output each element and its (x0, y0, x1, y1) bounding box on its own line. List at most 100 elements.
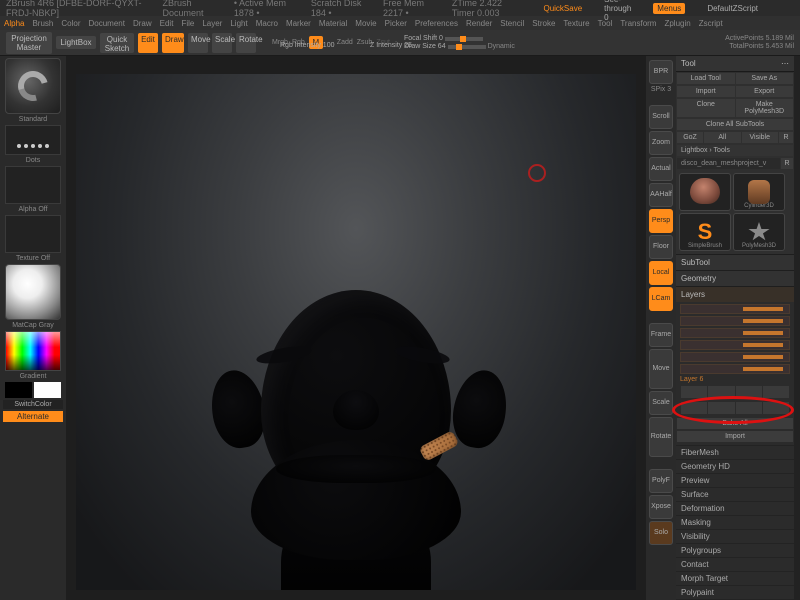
menu-alpha[interactable]: Alpha (4, 19, 24, 28)
acc-masking[interactable]: Masking (676, 515, 794, 529)
aahalf-button[interactable]: AAHalf (649, 183, 673, 207)
menu-transform[interactable]: Transform (620, 19, 656, 28)
acc-fibermesh[interactable]: FiberMesh (676, 445, 794, 459)
alternate-button[interactable]: Alternate (3, 411, 63, 422)
subtool-header[interactable]: SubTool (676, 254, 794, 270)
make-polymesh3d-button[interactable]: Make PolyMesh3D (736, 99, 794, 117)
rotate-toggle[interactable]: Rotate (236, 33, 256, 53)
scale-toggle[interactable]: Scale (212, 33, 232, 53)
acc-contact[interactable]: Contact (676, 557, 794, 571)
draw-size-slider[interactable]: Draw Size 64Dynamic (404, 43, 515, 50)
rgb-intensity-slider[interactable]: Rgb Intensity 100 (280, 42, 334, 49)
layers-import-button[interactable]: Import (677, 431, 793, 442)
acc-polygroups[interactable]: Polygroups (676, 543, 794, 557)
zoom-button[interactable]: Zoom (649, 131, 673, 155)
acc-polypaint[interactable]: Polypaint (676, 585, 794, 599)
color-picker[interactable] (5, 331, 61, 371)
menu-preferences[interactable]: Preferences (415, 19, 458, 28)
acc-deformation[interactable]: Deformation (676, 501, 794, 515)
lightbox-button[interactable]: LightBox (56, 36, 96, 49)
spix-label[interactable]: SPix 3 (651, 86, 671, 93)
menu-zscript[interactable]: Zscript (699, 19, 723, 28)
polyf-toggle[interactable]: PolyF (649, 469, 673, 493)
menu-macro[interactable]: Macro (256, 19, 278, 28)
frame-button[interactable]: Frame (649, 323, 673, 347)
menu-movie[interactable]: Movie (355, 19, 376, 28)
quicksketch-button[interactable]: Quick Sketch (100, 33, 134, 53)
bpr-button[interactable]: BPR (649, 60, 673, 84)
layer-op-button[interactable] (763, 386, 789, 398)
menus-toggle[interactable]: Menus (653, 3, 685, 14)
scroll-button[interactable]: Scroll (649, 105, 673, 129)
menu-texture[interactable]: Texture (563, 19, 589, 28)
acc-visibility[interactable]: Visibility (676, 529, 794, 543)
clone-all-subtools-button[interactable]: Clone All SubTools (677, 119, 793, 130)
geometry-header[interactable]: Geometry (676, 270, 794, 286)
solo-toggle[interactable]: Solo (649, 521, 673, 545)
import-button[interactable]: Import (677, 86, 735, 97)
local-toggle[interactable]: Local (649, 261, 673, 285)
menu-tool[interactable]: Tool (598, 19, 613, 28)
goz-r-button[interactable]: R (779, 132, 793, 143)
menu-document[interactable]: Document (89, 19, 125, 28)
menu-stroke[interactable]: Stroke (532, 19, 555, 28)
menu-file[interactable]: File (181, 19, 194, 28)
zadd-toggle[interactable]: Zadd (337, 39, 353, 46)
layer-op-button[interactable] (763, 402, 789, 414)
load-tool-button[interactable]: Load Tool (677, 73, 735, 84)
layers-header[interactable]: Layers (676, 286, 794, 302)
edit-toggle[interactable]: Edit (138, 33, 158, 53)
layer-op-button[interactable] (736, 402, 762, 414)
menu-render[interactable]: Render (466, 19, 492, 28)
layer-row[interactable] (680, 328, 790, 338)
quicksave-button[interactable]: QuickSave (543, 4, 582, 13)
texture-thumbnail[interactable] (5, 215, 61, 253)
floor-toggle[interactable]: Floor (649, 235, 673, 259)
tool-thumb-cylinder[interactable]: Cylinder3D (733, 173, 785, 211)
layer-row[interactable] (680, 340, 790, 350)
clone-button[interactable]: Clone (677, 99, 735, 117)
menu-marker[interactable]: Marker (286, 19, 311, 28)
switch-color-button[interactable]: SwitchColor (3, 400, 63, 409)
default-zscript[interactable]: DefaultZScript (707, 4, 758, 13)
acc-surface[interactable]: Surface (676, 487, 794, 501)
alpha-thumbnail[interactable] (5, 166, 61, 204)
move-toggle[interactable]: Move (188, 33, 208, 53)
menu-light[interactable]: Light (230, 19, 247, 28)
xpose-button[interactable]: Xpose (649, 495, 673, 519)
layer-row[interactable] (680, 304, 790, 314)
menu-draw[interactable]: Draw (133, 19, 152, 28)
save-as-button[interactable]: Save As (736, 73, 794, 84)
gradient-label[interactable]: Gradient (20, 373, 47, 380)
menu-stencil[interactable]: Stencil (500, 19, 524, 28)
acc-preview[interactable]: Preview (676, 473, 794, 487)
layer-row[interactable] (680, 316, 790, 326)
layer-row[interactable] (680, 364, 790, 374)
menu-material[interactable]: Material (319, 19, 347, 28)
right-scrollbar[interactable] (794, 56, 800, 600)
projection-master-button[interactable]: Projection Master (6, 32, 52, 54)
focal-shift-slider[interactable]: Focal Shift 0 (404, 35, 515, 42)
brush-thumbnail[interactable] (5, 58, 61, 114)
menu-zplugin[interactable]: Zplugin (664, 19, 690, 28)
material-thumbnail[interactable] (5, 264, 61, 320)
actual-button[interactable]: Actual (649, 157, 673, 181)
stroke-thumbnail[interactable] (5, 125, 61, 155)
menu-picker[interactable]: Picker (385, 19, 407, 28)
goz-all-button[interactable]: All (704, 132, 741, 143)
lcam-toggle[interactable]: LCam (649, 287, 673, 311)
goz-button[interactable]: GoZ (677, 132, 703, 143)
layer-row[interactable] (680, 352, 790, 362)
z-intensity-slider[interactable]: Z Intensity 25 (370, 42, 412, 49)
menu-color[interactable]: Color (61, 19, 80, 28)
project-name[interactable]: disco_dean_meshproject_v (677, 158, 780, 169)
viewport-canvas[interactable] (76, 74, 636, 590)
move-nav-button[interactable]: Move (649, 349, 673, 389)
layer-op-button[interactable] (736, 386, 762, 398)
layer-op-button[interactable] (708, 402, 734, 414)
goz-visible-button[interactable]: Visible (742, 132, 779, 143)
scale-nav-button[interactable]: Scale (649, 391, 673, 415)
tool-thumb-head[interactable] (679, 173, 731, 211)
layer-op-button[interactable] (708, 386, 734, 398)
color-swatches[interactable] (5, 382, 61, 398)
